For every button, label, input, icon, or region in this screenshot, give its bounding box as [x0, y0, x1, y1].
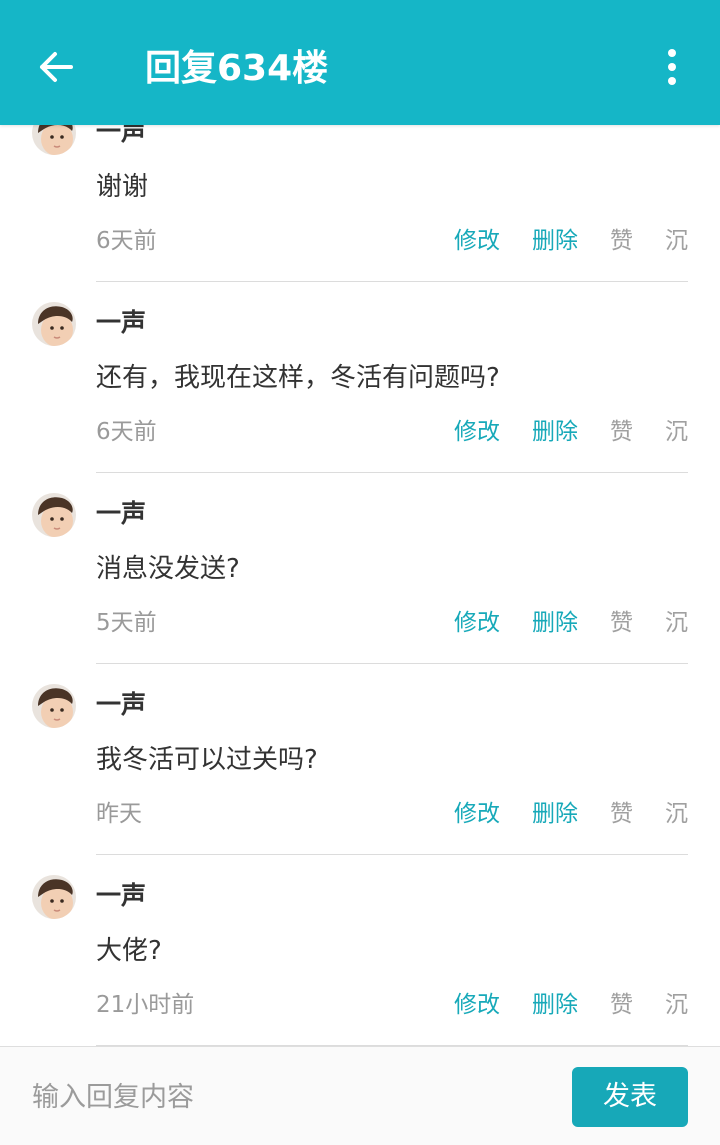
- edit-button[interactable]: 修改: [454, 608, 500, 638]
- page-title: 回复634楼: [145, 48, 329, 89]
- sink-button[interactable]: 沉: [665, 608, 688, 638]
- delete-button[interactable]: 删除: [532, 226, 578, 256]
- reply-content: 我冬活可以过关吗?: [96, 745, 318, 775]
- app-header: 回复634楼: [0, 0, 720, 125]
- avatar[interactable]: [32, 875, 76, 919]
- reply-item: 一声 我冬活可以过关吗? 昨天 修改 删除 赞 沉: [0, 664, 720, 855]
- reply-time: 6天前: [96, 419, 157, 445]
- reply-item: 一声 还有，我现在这样，冬活有问题吗? 6天前 修改 删除 赞 沉: [0, 282, 720, 473]
- reply-content: 大佬?: [96, 936, 162, 966]
- reply-list: 一声 谢谢 6天前 修改 删除 赞 沉 一声 还有，我现在这样，冬活有问题吗? …: [0, 91, 720, 1046]
- like-button[interactable]: 赞: [610, 990, 633, 1020]
- arrow-left-icon: [38, 51, 74, 87]
- avatar[interactable]: [32, 493, 76, 537]
- delete-button[interactable]: 删除: [532, 608, 578, 638]
- author-name[interactable]: 一声: [96, 308, 146, 338]
- back-button[interactable]: [34, 47, 78, 91]
- reply-content: 谢谢: [96, 172, 149, 202]
- sink-button[interactable]: 沉: [665, 226, 688, 256]
- reply-content: 消息没发送?: [96, 554, 240, 584]
- sink-button[interactable]: 沉: [665, 799, 688, 829]
- reply-actions: 修改 删除 赞 沉: [454, 226, 688, 256]
- more-vertical-icon: [666, 48, 678, 90]
- reply-time: 昨天: [96, 801, 142, 827]
- more-button[interactable]: [652, 47, 692, 91]
- reply-composer: 发表: [0, 1046, 720, 1145]
- delete-button[interactable]: 删除: [532, 417, 578, 447]
- edit-button[interactable]: 修改: [454, 417, 500, 447]
- reply-input[interactable]: [32, 1067, 552, 1127]
- reply-time: 5天前: [96, 610, 157, 636]
- reply-content: 还有，我现在这样，冬活有问题吗?: [96, 363, 500, 393]
- reply-actions: 修改 删除 赞 沉: [454, 990, 688, 1020]
- like-button[interactable]: 赞: [610, 799, 633, 829]
- edit-button[interactable]: 修改: [454, 990, 500, 1020]
- reply-actions: 修改 删除 赞 沉: [454, 799, 688, 829]
- delete-button[interactable]: 删除: [532, 990, 578, 1020]
- like-button[interactable]: 赞: [610, 226, 633, 256]
- submit-button[interactable]: 发表: [572, 1067, 688, 1127]
- reply-time: 6天前: [96, 228, 157, 254]
- avatar[interactable]: [32, 684, 76, 728]
- reply-actions: 修改 删除 赞 沉: [454, 608, 688, 638]
- reply-item: 一声 消息没发送? 5天前 修改 删除 赞 沉: [0, 473, 720, 664]
- like-button[interactable]: 赞: [610, 417, 633, 447]
- delete-button[interactable]: 删除: [532, 799, 578, 829]
- reply-time: 21小时前: [96, 992, 195, 1018]
- reply-actions: 修改 删除 赞 沉: [454, 417, 688, 447]
- reply-item: 一声 大佬? 21小时前 修改 删除 赞 沉: [0, 855, 720, 1046]
- edit-button[interactable]: 修改: [454, 799, 500, 829]
- edit-button[interactable]: 修改: [454, 226, 500, 256]
- author-name[interactable]: 一声: [96, 690, 146, 720]
- avatar[interactable]: [32, 302, 76, 346]
- author-name[interactable]: 一声: [96, 499, 146, 529]
- like-button[interactable]: 赞: [610, 608, 633, 638]
- sink-button[interactable]: 沉: [665, 417, 688, 447]
- sink-button[interactable]: 沉: [665, 990, 688, 1020]
- author-name[interactable]: 一声: [96, 881, 146, 911]
